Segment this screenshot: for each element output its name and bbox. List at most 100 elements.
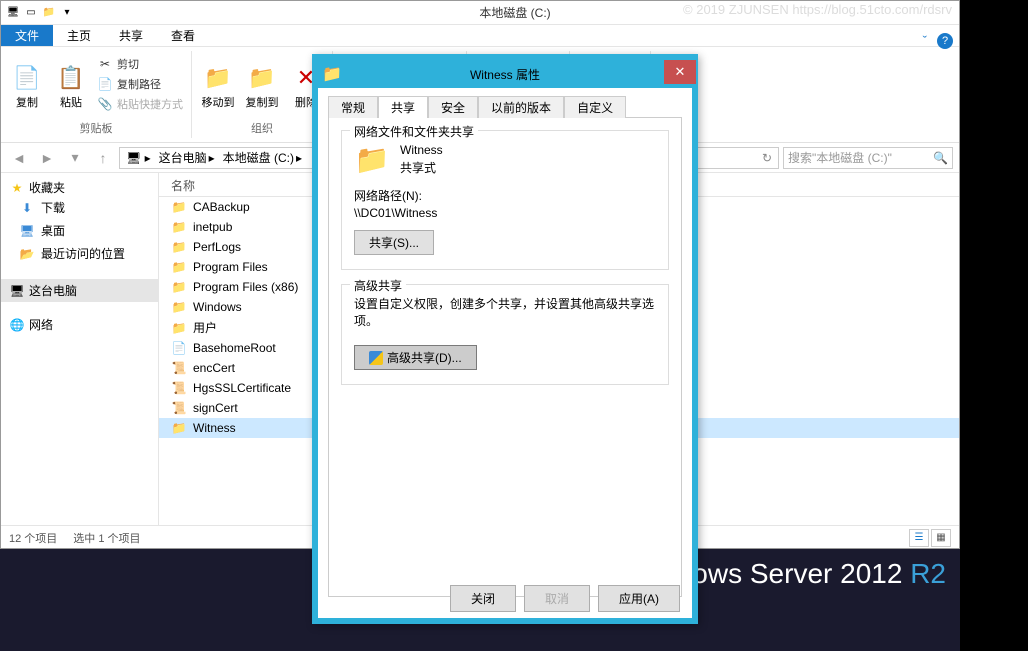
file-name: BasehomeRoot [193, 341, 276, 355]
network-icon: 🌐 [9, 317, 25, 333]
dialog-close-button[interactable]: 关闭 [450, 585, 516, 612]
shield-icon [369, 351, 383, 365]
back-button[interactable]: ◄ [7, 146, 31, 170]
sidebar-network[interactable]: 🌐网络 [1, 316, 158, 333]
folder-icon: 📁 [171, 299, 187, 315]
cert-icon: 📜 [171, 400, 187, 416]
sidebar-desktop[interactable]: 🖥桌面 [1, 219, 158, 242]
share-folder-name: Witness [400, 141, 443, 159]
dialog-title: Witness 属性 [346, 66, 664, 83]
share-state: 共享式 [400, 159, 443, 177]
file-name: Program Files [193, 260, 268, 274]
dialog-footer: 关闭 取消 应用(A) [318, 578, 692, 618]
dialog-titlebar: 📁 Witness 属性 ✕ [318, 60, 692, 88]
cert-icon: 📜 [171, 380, 187, 396]
pc-icon: 🖥 [9, 283, 25, 299]
recent-dropdown[interactable]: ▾ [63, 146, 87, 170]
tab-share[interactable]: 共享 [105, 25, 157, 46]
group-organize-label: 组织 [198, 118, 326, 136]
dialog-tabs: 常规 共享 安全 以前的版本 自定义 [328, 96, 682, 118]
folder-icon: 📁 [171, 239, 187, 255]
netpath-label: 网络路径(N): [354, 187, 656, 204]
sidebar-thispc[interactable]: 🖥这台电脑 [1, 279, 158, 302]
folder-icon: 📁 [171, 259, 187, 275]
advanced-share-button[interactable]: 高级共享(D)... [354, 345, 477, 370]
dialog-folder-icon: 📁 [318, 64, 346, 84]
advanced-share-group-title: 高级共享 [350, 277, 406, 294]
star-icon: ★ [9, 180, 25, 196]
app-icon: 🖥 [5, 5, 21, 21]
tab-sharing[interactable]: 共享 [378, 96, 428, 118]
search-input[interactable]: 搜索"本地磁盘 (C:)" 🔍 [783, 147, 953, 169]
folder-icon: 📁 [171, 199, 187, 215]
copy-button[interactable]: 📄复制 [7, 53, 47, 118]
cut-button[interactable]: ✂剪切 [95, 55, 185, 73]
netpath-value: \\DC01\Witness [354, 206, 656, 220]
watermark-text: © 2019 ZJUNSEN https://blog.51cto.com/rd… [683, 2, 952, 17]
menubar: 文件 主页 共享 查看 ˇ ? [1, 25, 959, 47]
file-icon: 📄 [171, 340, 187, 356]
sidebar-downloads[interactable]: ⬇下载 [1, 196, 158, 219]
view-details-icon[interactable]: ☰ [909, 529, 929, 547]
breadcrumb-pc[interactable]: 这台电脑 ▸ [155, 149, 219, 166]
tab-previous-versions[interactable]: 以前的版本 [478, 96, 564, 118]
network-share-group-title: 网络文件和文件夹共享 [350, 123, 478, 140]
file-name: 用户 [193, 319, 217, 336]
paste-button[interactable]: 📋粘贴 [51, 53, 91, 118]
moveto-button[interactable]: 📁移动到 [198, 53, 238, 118]
file-name: Witness [193, 421, 236, 435]
sidebar-recent[interactable]: 📂最近访问的位置 [1, 242, 158, 265]
search-icon: 🔍 [933, 151, 948, 165]
advanced-share-group: 高级共享 设置自定义权限，创建多个共享，并设置其他高级共享选项。 高级共享(D)… [341, 284, 669, 385]
share-button[interactable]: 共享(S)... [354, 230, 434, 255]
copypath-button[interactable]: 📄复制路径 [95, 75, 185, 93]
tab-custom[interactable]: 自定义 [564, 96, 626, 118]
qat-dropdown-icon[interactable]: ▾ [59, 5, 75, 21]
folder-icon: 📁 [171, 320, 187, 336]
status-selected-count: 选中 1 个项目 [73, 530, 140, 546]
sidebar-favorites[interactable]: ★收藏夹 [1, 179, 158, 196]
qat-newfolder-icon[interactable]: 📁 [41, 5, 57, 21]
status-item-count: 12 个项目 [9, 530, 57, 546]
tab-file[interactable]: 文件 [1, 25, 53, 46]
folder-icon: 📁 [171, 219, 187, 235]
desktop-icon: 🖥 [19, 223, 35, 239]
downloads-icon: ⬇ [19, 200, 35, 216]
folder-icon: 📁 [171, 420, 187, 436]
qat-properties-icon[interactable]: ▭ [23, 5, 39, 21]
copyto-icon: 📁 [246, 62, 278, 94]
properties-dialog: 📁 Witness 属性 ✕ 常规 共享 安全 以前的版本 自定义 网络文件和文… [312, 54, 698, 624]
breadcrumb-drive[interactable]: 本地磁盘 (C:) ▸ [219, 149, 306, 166]
up-button[interactable]: ↑ [91, 146, 115, 170]
dialog-cancel-button[interactable]: 取消 [524, 585, 590, 612]
moveto-icon: 📁 [202, 62, 234, 94]
close-button[interactable]: ✕ [664, 60, 696, 84]
tab-security[interactable]: 安全 [428, 96, 478, 118]
file-name: signCert [193, 401, 238, 415]
search-placeholder: 搜索"本地磁盘 (C:)" [788, 149, 892, 166]
group-clipboard-label: 剪贴板 [7, 118, 185, 136]
breadcrumb-refresh-icon[interactable]: ↻ [758, 151, 776, 165]
cert-icon: 📜 [171, 360, 187, 376]
file-name: PerfLogs [193, 240, 241, 254]
view-large-icon[interactable]: ▦ [931, 529, 951, 547]
help-icon[interactable]: ? [937, 33, 953, 49]
tab-general[interactable]: 常规 [328, 96, 378, 118]
paste-icon: 📋 [55, 62, 87, 94]
file-name: Program Files (x86) [193, 280, 298, 294]
advanced-share-desc: 设置自定义权限，创建多个共享，并设置其他高级共享选项。 [354, 295, 656, 329]
file-name: CABackup [193, 200, 250, 214]
tab-view[interactable]: 查看 [157, 25, 209, 46]
recent-icon: 📂 [19, 246, 35, 262]
tab-home[interactable]: 主页 [53, 25, 105, 46]
pasteshortcut-button[interactable]: 📎粘贴快捷方式 [95, 95, 185, 113]
share-folder-icon: 📁 [354, 141, 390, 177]
sidebar: ★收藏夹 ⬇下载 🖥桌面 📂最近访问的位置 🖥这台电脑 🌐网络 [1, 173, 159, 525]
breadcrumb-pc-icon[interactable]: 🖥 ▸ [122, 151, 155, 165]
pasteshortcut-icon: 📎 [97, 96, 113, 112]
folder-icon: 📁 [171, 279, 187, 295]
forward-button[interactable]: ► [35, 146, 59, 170]
minimize-ribbon-icon[interactable]: ˇ [923, 33, 927, 49]
copyto-button[interactable]: 📁复制到 [242, 53, 282, 118]
dialog-apply-button[interactable]: 应用(A) [598, 585, 680, 612]
